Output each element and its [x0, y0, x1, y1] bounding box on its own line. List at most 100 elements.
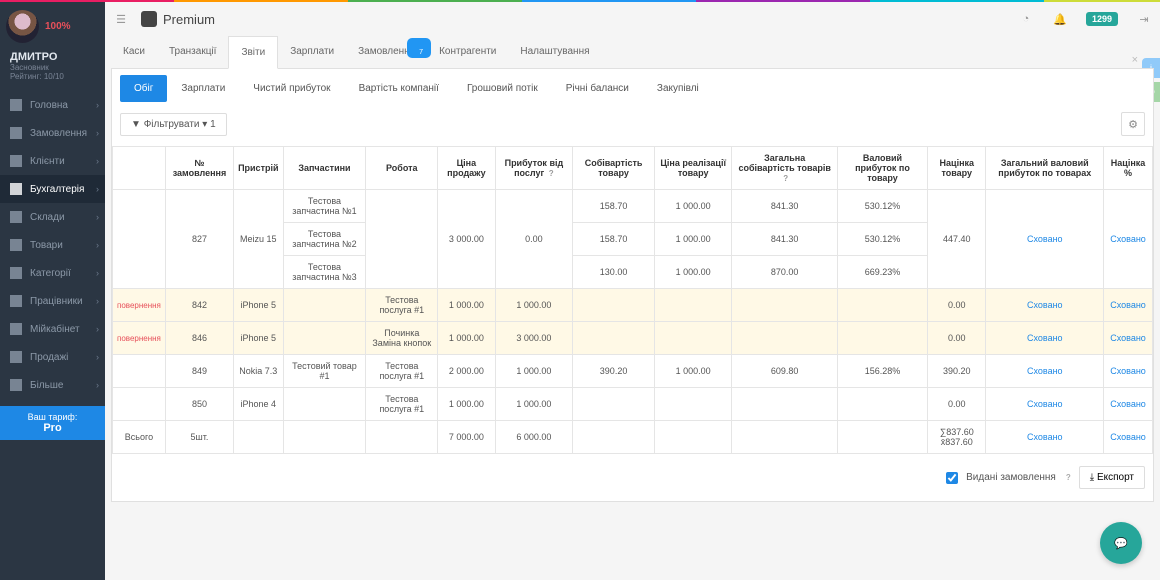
more-icon	[10, 379, 22, 391]
col-6: Прибуток від послуг ?	[495, 147, 573, 190]
tab-4[interactable]: Замовлення7	[346, 36, 427, 68]
logout-icon[interactable]: ⇥	[1136, 11, 1152, 27]
table-row: повернення842iPhone 5Тестова послуга #11…	[113, 289, 1153, 322]
home-icon	[10, 99, 22, 111]
col-3: Запчастини	[283, 147, 366, 190]
hidden-link[interactable]: Сховано	[1110, 300, 1146, 310]
sidebar-item-more[interactable]: Більше›	[0, 371, 105, 399]
hidden-link[interactable]: Сховано	[1110, 432, 1146, 442]
products-icon	[10, 239, 22, 251]
subtab-4[interactable]: Грошовий потік	[453, 75, 552, 102]
tab-2[interactable]: Звіти	[228, 36, 278, 69]
sidebar-item-accounting[interactable]: Бухгалтерія›	[0, 175, 105, 203]
hidden-link[interactable]: Сховано	[1110, 399, 1146, 409]
col-11: Націнка товару	[928, 147, 986, 190]
hidden-link[interactable]: Сховано	[1110, 366, 1146, 376]
settings-button[interactable]: ⚙	[1121, 112, 1145, 136]
col-10: Валовий прибуток по товару	[837, 147, 927, 190]
col-4: Робота	[366, 147, 438, 190]
chevron-right-icon: ›	[96, 296, 99, 306]
tab-5[interactable]: Контрагенти	[427, 36, 508, 68]
user-name: ДМИТРО	[10, 51, 95, 63]
col-7: Собівартість товару	[573, 147, 655, 190]
tab-0[interactable]: Каси	[111, 36, 157, 68]
col-5: Ціна продажу	[438, 147, 495, 190]
hidden-link[interactable]: Сховано	[1027, 300, 1063, 310]
report-table: № замовленняПристрійЗапчастиниРоботаЦіна…	[112, 146, 1153, 454]
subtab-0[interactable]: Обіг	[120, 75, 167, 102]
sidebar-item-sales[interactable]: Продажі›	[0, 343, 105, 371]
hidden-link[interactable]: Сховано	[1027, 333, 1063, 343]
deleted-orders-checkbox[interactable]	[946, 472, 958, 484]
chevron-right-icon: ›	[96, 352, 99, 362]
warehouses-icon	[10, 211, 22, 223]
user-role: Засновник	[10, 63, 95, 72]
table-row: 849Nokia 7.3Тестовий товар #1Тестова пос…	[113, 355, 1153, 388]
table-row: 850iPhone 4Тестова послуга #11 000.001 0…	[113, 388, 1153, 421]
col-1: № замовлення	[165, 147, 233, 190]
tab-6[interactable]: Налаштування	[508, 36, 601, 68]
employees-icon	[10, 295, 22, 307]
chevron-right-icon: ›	[96, 212, 99, 222]
user-pct: 100%	[45, 21, 71, 32]
subtab-3[interactable]: Вартість компанії	[345, 75, 453, 102]
sidebar-item-employees[interactable]: Працівники›	[0, 287, 105, 315]
table-row: повернення846iPhone 5Починка Заміна кноп…	[113, 322, 1153, 355]
help-icon[interactable]: ?	[783, 174, 788, 183]
tab-3[interactable]: Зарплати	[278, 36, 346, 68]
brand-title: Premium	[163, 12, 215, 27]
bell-icon[interactable]: 🔔	[1052, 11, 1068, 27]
chevron-right-icon: ›	[96, 100, 99, 110]
sidebar-item-clients[interactable]: Клієнти›	[0, 147, 105, 175]
table-row-total: Всього5шт.7 000.006 000.00∑837.60x̄837.6…	[113, 421, 1153, 454]
col-9: Загальна собівартість товарів ?	[732, 147, 838, 190]
hidden-link[interactable]: Сховано	[1027, 366, 1063, 376]
chevron-right-icon: ›	[96, 184, 99, 194]
subtab-2[interactable]: Чистий прибуток	[239, 75, 344, 102]
help-icon[interactable]: ?	[549, 169, 554, 178]
sidebar-item-home[interactable]: Головна›	[0, 91, 105, 119]
clock-icon[interactable]: ◔	[1018, 11, 1034, 27]
subtab-1[interactable]: Зарплати	[167, 75, 239, 102]
user-rating: Рейтинг: 10/10	[10, 72, 95, 81]
categories-icon	[10, 267, 22, 279]
hidden-link[interactable]: Сховано	[1027, 399, 1063, 409]
cabinet-icon	[10, 323, 22, 335]
chevron-right-icon: ›	[96, 268, 99, 278]
hidden-link[interactable]: Сховано	[1110, 234, 1146, 244]
subtab-5[interactable]: Річні баланси	[552, 75, 643, 102]
sidebar-item-orders[interactable]: Замовлення›	[0, 119, 105, 147]
plan-badge[interactable]: Ваш тариф: Pro	[0, 406, 105, 440]
tab-1[interactable]: Транзакції	[157, 36, 228, 68]
filter-count-bubble: 1	[210, 119, 216, 130]
sidebar-item-products[interactable]: Товари›	[0, 231, 105, 259]
orders-icon	[10, 127, 22, 139]
table-row: 827Meizu 15Тестова запчастина №13 000.00…	[113, 190, 1153, 223]
subtab-6[interactable]: Закупівлі	[643, 75, 713, 102]
menu-toggle-icon[interactable]: ☰	[113, 11, 129, 27]
sales-icon	[10, 351, 22, 363]
deleted-orders-label: Видані замовлення	[966, 472, 1056, 483]
chat-fab-icon[interactable]: 💬	[1100, 522, 1142, 564]
chevron-right-icon: ›	[96, 324, 99, 334]
col-2: Пристрій	[234, 147, 283, 190]
col-13: Націнка %	[1104, 147, 1153, 190]
hidden-link[interactable]: Сховано	[1027, 432, 1063, 442]
sidebar-item-warehouses[interactable]: Склади›	[0, 203, 105, 231]
hidden-link[interactable]: Сховано	[1110, 333, 1146, 343]
help-icon[interactable]: ?	[1066, 473, 1071, 482]
sidebar-item-categories[interactable]: Категорії›	[0, 259, 105, 287]
filter-button[interactable]: ▼ Фільтрувати ▾ 1	[120, 113, 227, 136]
export-button[interactable]: ⤓ Експорт	[1079, 466, 1145, 489]
balance-badge[interactable]: 1299	[1086, 12, 1118, 26]
avatar[interactable]	[6, 10, 39, 43]
chevron-right-icon: ›	[96, 240, 99, 250]
chevron-right-icon: ›	[96, 380, 99, 390]
close-icon[interactable]: ×	[1120, 44, 1150, 76]
sidebar-item-cabinet[interactable]: Мійкабінет›	[0, 315, 105, 343]
chevron-right-icon: ›	[96, 128, 99, 138]
hidden-link[interactable]: Сховано	[1027, 234, 1063, 244]
clients-icon	[10, 155, 22, 167]
chevron-right-icon: ›	[96, 156, 99, 166]
brand-logo-icon	[141, 11, 157, 27]
